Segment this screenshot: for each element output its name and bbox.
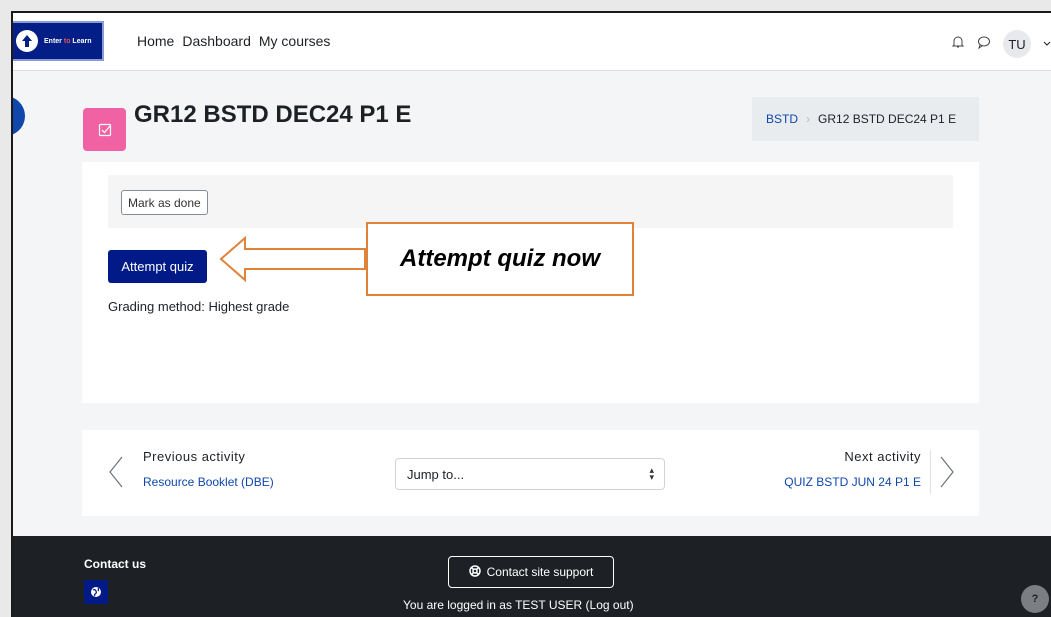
site-logo[interactable]: Enter to Learn bbox=[13, 21, 104, 61]
page-title: GR12 BSTD DEC24 P1 E bbox=[134, 101, 412, 128]
contact-site-support-label: Contact site support bbox=[486, 565, 594, 579]
divider bbox=[930, 450, 931, 494]
next-activity-link[interactable]: QUIZ BSTD JUN 24 P1 E bbox=[784, 475, 921, 489]
globe-icon[interactable] bbox=[84, 580, 108, 604]
nav-link-dashboard[interactable]: Dashboard bbox=[182, 33, 251, 49]
callout-arrow-icon bbox=[219, 235, 366, 283]
previous-activity-link[interactable]: Resource Booklet (DBE) bbox=[143, 475, 274, 489]
logo-text: Enter to Learn bbox=[44, 37, 92, 45]
attempt-quiz-button[interactable]: Attempt quiz bbox=[108, 250, 207, 283]
breadcrumb-course-link[interactable]: BSTD bbox=[766, 112, 798, 126]
activity-navigation: Previous activity Resource Booklet (DBE)… bbox=[82, 430, 979, 516]
nav-link-my-courses[interactable]: My courses bbox=[259, 33, 331, 49]
bell-icon[interactable] bbox=[951, 35, 965, 54]
top-navbar: Enter to Learn Home Dashboard My courses… bbox=[13, 13, 1051, 71]
next-activity-label: Next activity bbox=[844, 449, 921, 464]
help-button[interactable]: ? bbox=[1021, 585, 1049, 613]
chevron-right-icon[interactable] bbox=[939, 455, 955, 494]
previous-activity-label: Previous activity bbox=[143, 449, 246, 464]
course-index-toggle[interactable] bbox=[13, 96, 25, 136]
chevron-left-icon[interactable] bbox=[108, 455, 124, 494]
chevron-down-icon[interactable] bbox=[1043, 35, 1051, 53]
logged-in-info[interactable]: You are logged in as TEST USER (Log out) bbox=[403, 598, 634, 612]
nav-link-home[interactable]: Home bbox=[137, 33, 174, 49]
quiz-icon bbox=[83, 108, 126, 151]
primary-navigation: Home Dashboard My courses bbox=[137, 33, 330, 49]
sort-arrows-icon: ▴ ▾ bbox=[649, 465, 654, 482]
contact-site-support-button[interactable]: Contact site support bbox=[448, 556, 614, 588]
completion-bar: Mark as done bbox=[108, 175, 953, 228]
grading-method-text: Grading method: Highest grade bbox=[108, 299, 290, 314]
life-ring-icon bbox=[468, 564, 481, 580]
jump-to-value: Jump to... bbox=[407, 466, 465, 482]
breadcrumb-separator-icon: › bbox=[806, 112, 811, 126]
breadcrumb: BSTD › GR12 BSTD DEC24 P1 E bbox=[752, 97, 979, 141]
user-menu-area: TU bbox=[951, 30, 1051, 58]
mark-as-done-button[interactable]: Mark as done bbox=[121, 190, 208, 215]
chat-bubble-icon[interactable] bbox=[977, 35, 991, 54]
up-arrow-icon bbox=[16, 30, 38, 52]
browser-viewport: Enter to Learn Home Dashboard My courses… bbox=[11, 11, 1051, 617]
attempt-quiz-callout: Attempt quiz now bbox=[366, 222, 634, 296]
page-footer: Contact us Contact site support You are … bbox=[13, 536, 1051, 617]
jump-to-select[interactable]: Jump to... ▴ ▾ bbox=[395, 458, 665, 490]
user-avatar[interactable]: TU bbox=[1003, 30, 1031, 58]
breadcrumb-current: GR12 BSTD DEC24 P1 E bbox=[818, 112, 957, 126]
contact-us-heading: Contact us bbox=[84, 557, 147, 571]
